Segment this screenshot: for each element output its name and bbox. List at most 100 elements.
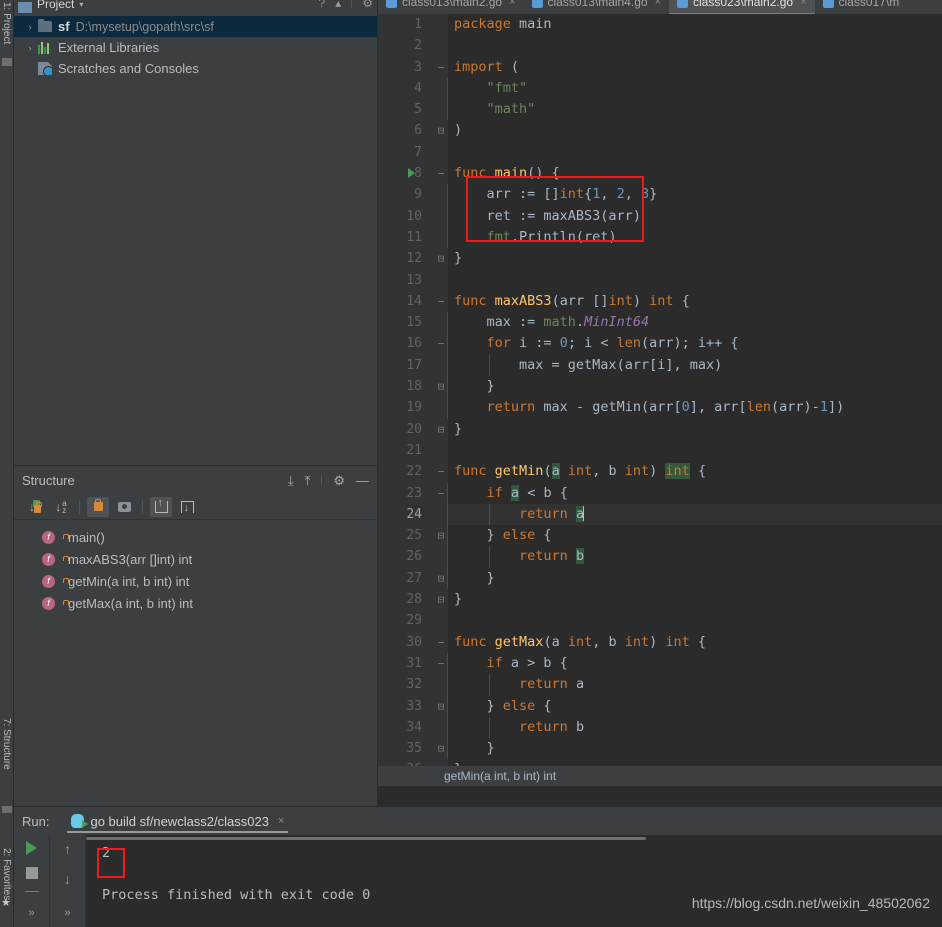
sort-alphabetically-button[interactable]: ↓ a z bbox=[50, 497, 72, 517]
fold-toggle-icon[interactable]: − bbox=[435, 333, 447, 354]
editor-tab-class023-main2[interactable]: class023\main2.go × bbox=[669, 0, 815, 14]
code-line-1: 1 package main bbox=[378, 14, 942, 35]
list-item[interactable]: f getMin(a int, b int) int bbox=[14, 570, 377, 592]
line-number: 10 bbox=[406, 208, 422, 224]
line-number: 6 bbox=[414, 123, 422, 139]
chevron-down-icon[interactable]: ▾ bbox=[79, 0, 83, 9]
list-item-label: maxABS3(arr []int) int bbox=[68, 551, 193, 567]
fold-toggle-icon[interactable]: − bbox=[435, 291, 447, 312]
more-controls-left-button[interactable]: » bbox=[28, 907, 34, 919]
prev-occurrence-button[interactable]: ↑ bbox=[64, 841, 71, 857]
expand-all-button[interactable] bbox=[150, 496, 172, 517]
fold-toggle-icon[interactable]: ⊟ bbox=[435, 738, 447, 759]
fold-toggle-icon[interactable]: ⊟ bbox=[435, 376, 447, 397]
close-icon[interactable]: × bbox=[278, 815, 284, 827]
fold-toggle-icon[interactable]: − bbox=[435, 57, 447, 78]
line-number: 15 bbox=[406, 315, 422, 331]
toolbar-divider bbox=[142, 499, 143, 514]
sort-by-visibility-button[interactable]: ↓ bbox=[24, 497, 46, 517]
tree-item-scratches[interactable]: Scratches and Consoles bbox=[14, 58, 377, 79]
code-line-3: 3− import ( bbox=[378, 57, 942, 78]
fold-toggle-icon[interactable]: ⊟ bbox=[435, 589, 447, 610]
line-number: 31 bbox=[406, 655, 422, 671]
run-gutter-icon[interactable] bbox=[408, 168, 415, 179]
help-icon[interactable]: ? bbox=[319, 0, 326, 9]
close-icon[interactable]: × bbox=[655, 0, 661, 8]
fold-toggle-icon[interactable]: ⊟ bbox=[435, 419, 447, 440]
rerun-button[interactable] bbox=[26, 841, 37, 855]
line-number: 13 bbox=[406, 272, 422, 288]
console-scrollbar[interactable] bbox=[86, 837, 646, 840]
list-item-label: getMin(a int, b int) int bbox=[68, 573, 190, 589]
line-number: 17 bbox=[406, 357, 422, 373]
project-panel-title: Project bbox=[37, 0, 75, 11]
breadcrumb[interactable]: getMin(a int, b int) int bbox=[378, 766, 942, 786]
chevron-right-icon[interactable]: › bbox=[22, 22, 38, 32]
rail-item-favorites[interactable]: 2: Favorites bbox=[0, 848, 13, 900]
fold-toggle-icon[interactable]: − bbox=[435, 632, 447, 653]
tree-item-sf[interactable]: › sf D:\mysetup\gopath\src\sf bbox=[14, 16, 377, 37]
tree-item-external-libraries[interactable]: › External Libraries bbox=[14, 37, 377, 58]
divider bbox=[24, 891, 39, 892]
next-occurrence-button[interactable]: ↓ bbox=[64, 871, 71, 887]
stop-button[interactable] bbox=[25, 867, 38, 879]
toolbar-divider bbox=[351, 0, 353, 8]
fold-toggle-icon[interactable]: − bbox=[435, 653, 447, 674]
console-highlight-box bbox=[97, 848, 125, 878]
fold-toggle-icon[interactable]: − bbox=[435, 483, 447, 504]
close-icon[interactable]: × bbox=[800, 0, 806, 8]
list-item[interactable]: f getMax(a int, b int) int bbox=[14, 592, 377, 614]
project-tree: › sf D:\mysetup\gopath\src\sf › External… bbox=[14, 14, 377, 79]
run-console[interactable]: 2 Process finished with exit code 0 bbox=[86, 835, 942, 927]
editor-tab-class013-main4[interactable]: class013\main4.go × bbox=[523, 0, 669, 14]
code-line-17: 17 max = getMax(arr[i], max) bbox=[378, 354, 942, 377]
line-number: 30 bbox=[406, 634, 422, 650]
code-line-24: 24 return a bbox=[378, 503, 942, 526]
code-line-21: 21 bbox=[378, 440, 942, 461]
fold-toggle-icon[interactable]: − bbox=[435, 461, 447, 482]
rail-item-structure[interactable]: 7: Structure bbox=[0, 718, 13, 770]
code-editor[interactable]: 1 package main 2 3− import ( 4 "fmt" 5 "ma… bbox=[378, 14, 942, 786]
go-file-icon bbox=[677, 0, 688, 8]
close-icon[interactable]: × bbox=[509, 0, 515, 8]
show-non-public-button[interactable] bbox=[87, 496, 109, 517]
collapse-icon[interactable]: ▴ bbox=[335, 0, 341, 9]
fold-toggle-icon[interactable]: ⊟ bbox=[435, 696, 447, 717]
line-number: 12 bbox=[406, 251, 422, 267]
function-icon: f bbox=[42, 596, 55, 610]
line-number: 27 bbox=[406, 570, 422, 586]
fold-toggle-icon[interactable]: ⊟ bbox=[435, 525, 447, 546]
editor-tab-class013-main2[interactable]: class013\main2.go × bbox=[378, 0, 524, 14]
code-lines: 1 package main 2 3− import ( 4 "fmt" 5 "ma… bbox=[378, 14, 942, 786]
list-item[interactable]: f main() bbox=[14, 526, 377, 548]
rail-item-project[interactable]: 1: Project bbox=[0, 2, 13, 44]
editor-tab-class017[interactable]: class017\m bbox=[814, 0, 908, 14]
collapse-all-icon[interactable]: ⤒ bbox=[305, 474, 311, 487]
project-panel: Project ▾ ? ▴ ⚙ › sf D:\mysetup\gopath\s… bbox=[14, 0, 378, 465]
editor-tab-label: class013\main4.go bbox=[547, 0, 648, 9]
watermark: https://blog.csdn.net/weixin_48502062 bbox=[691, 895, 930, 911]
show-anonymous-classes-button[interactable] bbox=[113, 497, 135, 517]
gear-icon[interactable]: ⚙ bbox=[333, 474, 345, 487]
expand-all-icon[interactable]: ⤓ bbox=[288, 474, 294, 487]
hide-panel-icon[interactable]: — bbox=[356, 474, 369, 487]
line-number: 16 bbox=[406, 336, 422, 352]
fold-toggle-icon[interactable]: ⊟ bbox=[435, 568, 447, 589]
list-item[interactable]: f maxABS3(arr []int) int bbox=[14, 548, 377, 570]
fold-toggle-icon[interactable]: ⊟ bbox=[435, 120, 447, 141]
code-line-8: 8− func main() { bbox=[378, 163, 942, 184]
chevron-right-icon[interactable]: › bbox=[22, 43, 38, 53]
collapse-all-button[interactable] bbox=[176, 497, 198, 517]
gear-icon[interactable]: ⚙ bbox=[362, 0, 373, 9]
fold-toggle-icon[interactable]: ⊟ bbox=[435, 248, 447, 269]
code-line-16: 16− for i := 0; i < len(arr); i++ { bbox=[378, 333, 942, 355]
more-controls-right-button[interactable]: » bbox=[64, 907, 70, 919]
code-line-5: 5 "math" bbox=[378, 99, 942, 121]
structure-panel: Structure ⤓ ⤒ ⚙ — ↓ ↓ a z ↑ ↓ f main() f… bbox=[14, 465, 378, 806]
favorites-star-icon: ★ bbox=[1, 897, 11, 909]
fold-toggle-icon[interactable]: − bbox=[435, 163, 447, 184]
code-line-33: 33 ⊟ } else { bbox=[378, 695, 942, 717]
run-configuration-tab[interactable]: go build sf/newclass2/class023 × bbox=[67, 807, 289, 835]
line-number: 18 bbox=[406, 379, 422, 395]
line-number: 34 bbox=[406, 719, 422, 735]
